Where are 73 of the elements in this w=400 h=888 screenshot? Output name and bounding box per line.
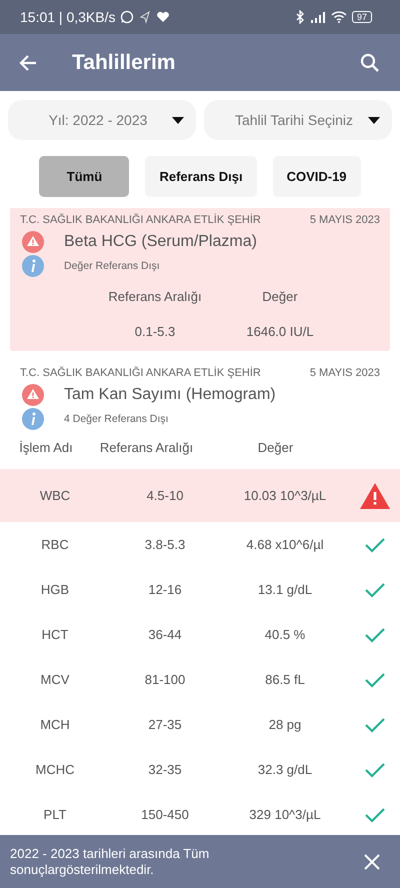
status-time: 15:01 | 0,3KB/s: [20, 9, 116, 25]
table-cell-text: 32.3 g/dL: [256, 762, 314, 777]
table-cell-text: HCT: [40, 627, 70, 642]
location-icon: [139, 10, 152, 24]
heart-icon: [156, 11, 170, 23]
table-cell-text: RBC: [40, 537, 70, 552]
info-icon: [22, 255, 44, 277]
checkmark-icon: [365, 672, 385, 688]
table-cell-text: MCV: [40, 672, 70, 687]
table-cell-text: 27-35: [147, 717, 183, 732]
info-icon: [22, 408, 44, 430]
test-name: Beta HCG (Serum/Plazma): [64, 233, 257, 251]
wifi-icon: [330, 11, 347, 23]
column-header: İşlem Adı: [18, 440, 74, 455]
table-cell-text: HGB: [40, 582, 70, 597]
result-note: 4 Değer Referans Dışı: [64, 413, 168, 425]
table-cell-text: 3.8-5.3: [144, 537, 186, 552]
column-header: Değer: [256, 440, 294, 455]
result-card[interactable]: T.C. SAĞLIK BAKANLIĞI ANKARA ETLİK ŞEHİR 5 MAYIS 2023 Tam Kan Sayımı (Hemogram) 4 Değer Referans Dışı İşlem Adı Referans Aralığı Değer: [10, 361, 390, 463]
result-date: 5 MAYIS 2023: [310, 214, 380, 226]
table-cell-text: 4.68 x10^6/µl: [245, 537, 325, 552]
table-cell-text: 1646.0 IU/L: [245, 324, 315, 339]
column-header: Referans Aralığı: [98, 440, 194, 455]
table-cell-text: 86.5 fL: [264, 672, 306, 687]
table-cell-text: MCHC: [34, 762, 76, 777]
filter-tab[interactable]: Tümü: [39, 156, 130, 197]
table-cell-text: 32-35: [147, 762, 183, 777]
table-cell-text: 0.1-5.3: [134, 324, 176, 339]
institution-name: T.C. SAĞLIK BAKANLIĞI ANKARA ETLİK ŞEHİR: [20, 214, 261, 226]
screen-title: Tahlillerim: [72, 50, 176, 74]
filter-tab[interactable]: Referans Dışı: [145, 156, 257, 197]
column-header: Referans Aralığı: [107, 289, 203, 304]
checkmark-icon: [365, 582, 385, 598]
warning-icon: [22, 231, 44, 253]
warning-icon: [360, 482, 390, 508]
table-cell-text: 36-44: [147, 627, 183, 642]
checkmark-icon: [365, 626, 385, 642]
table-cell-text: 150-450: [140, 807, 190, 822]
checkmark-icon: [365, 716, 385, 732]
battery-icon: 97: [352, 11, 372, 23]
result-note: Değer Referans Dışı: [64, 260, 160, 272]
chat-icon: [120, 10, 134, 24]
table-cell-text: 81-100: [144, 672, 186, 687]
table-cell-text: MCH: [39, 717, 71, 732]
back-arrow-icon: [18, 52, 38, 72]
table-cell-text: 13.1 g/dL: [256, 582, 314, 597]
test-name: Tam Kan Sayımı (Hemogram): [64, 386, 276, 404]
table-cell-text: WBC: [38, 488, 72, 503]
result-card[interactable]: T.C. SAĞLIK BAKANLIĞI ANKARA ETLİK ŞEHİR 5 MAYIS 2023 Beta HCG (Serum/Plazma) Değer Referans Dışı Referans Aralığı Değer 0.1-5.3 1646.0 IU/L: [10, 208, 390, 351]
checkmark-icon: [365, 806, 385, 822]
table-cell-text: 4.5-10: [146, 488, 184, 503]
search-icon: [360, 52, 380, 72]
checkmark-icon: [365, 762, 385, 778]
checkmark-icon: [365, 536, 385, 552]
caret-icon: [172, 116, 184, 124]
dropdown[interactable]: Tahlil Tarihi Seçiniz: [204, 100, 392, 140]
table-cell-text: PLT: [42, 807, 68, 822]
signal-icon: [310, 11, 326, 23]
snackbar-message: 2022 - 2023 tarihleri arasında Tüm sonuçlargösterilmektedir.: [10, 846, 210, 878]
warning-icon: [22, 384, 44, 406]
table-cell-text: 10.03 10^3/µL: [242, 488, 328, 503]
bluetooth-icon: [294, 10, 305, 24]
table-cell-text: 329 10^3/µL: [248, 807, 322, 822]
close-icon: [364, 854, 380, 870]
dropdown[interactable]: Yıl: 2022 - 2023: [8, 100, 196, 140]
institution-name: T.C. SAĞLIK BAKANLIĞI ANKARA ETLİK ŞEHİR: [20, 367, 261, 379]
table-cell-text: 40.5 %: [264, 627, 306, 642]
column-header: Değer: [261, 289, 299, 304]
result-date: 5 MAYIS 2023: [310, 367, 380, 379]
caret-icon: [368, 116, 380, 124]
filter-tab[interactable]: COVID-19: [272, 156, 361, 197]
table-cell-text: 28 pg: [268, 717, 302, 732]
table-cell-text: 12-16: [147, 582, 183, 597]
